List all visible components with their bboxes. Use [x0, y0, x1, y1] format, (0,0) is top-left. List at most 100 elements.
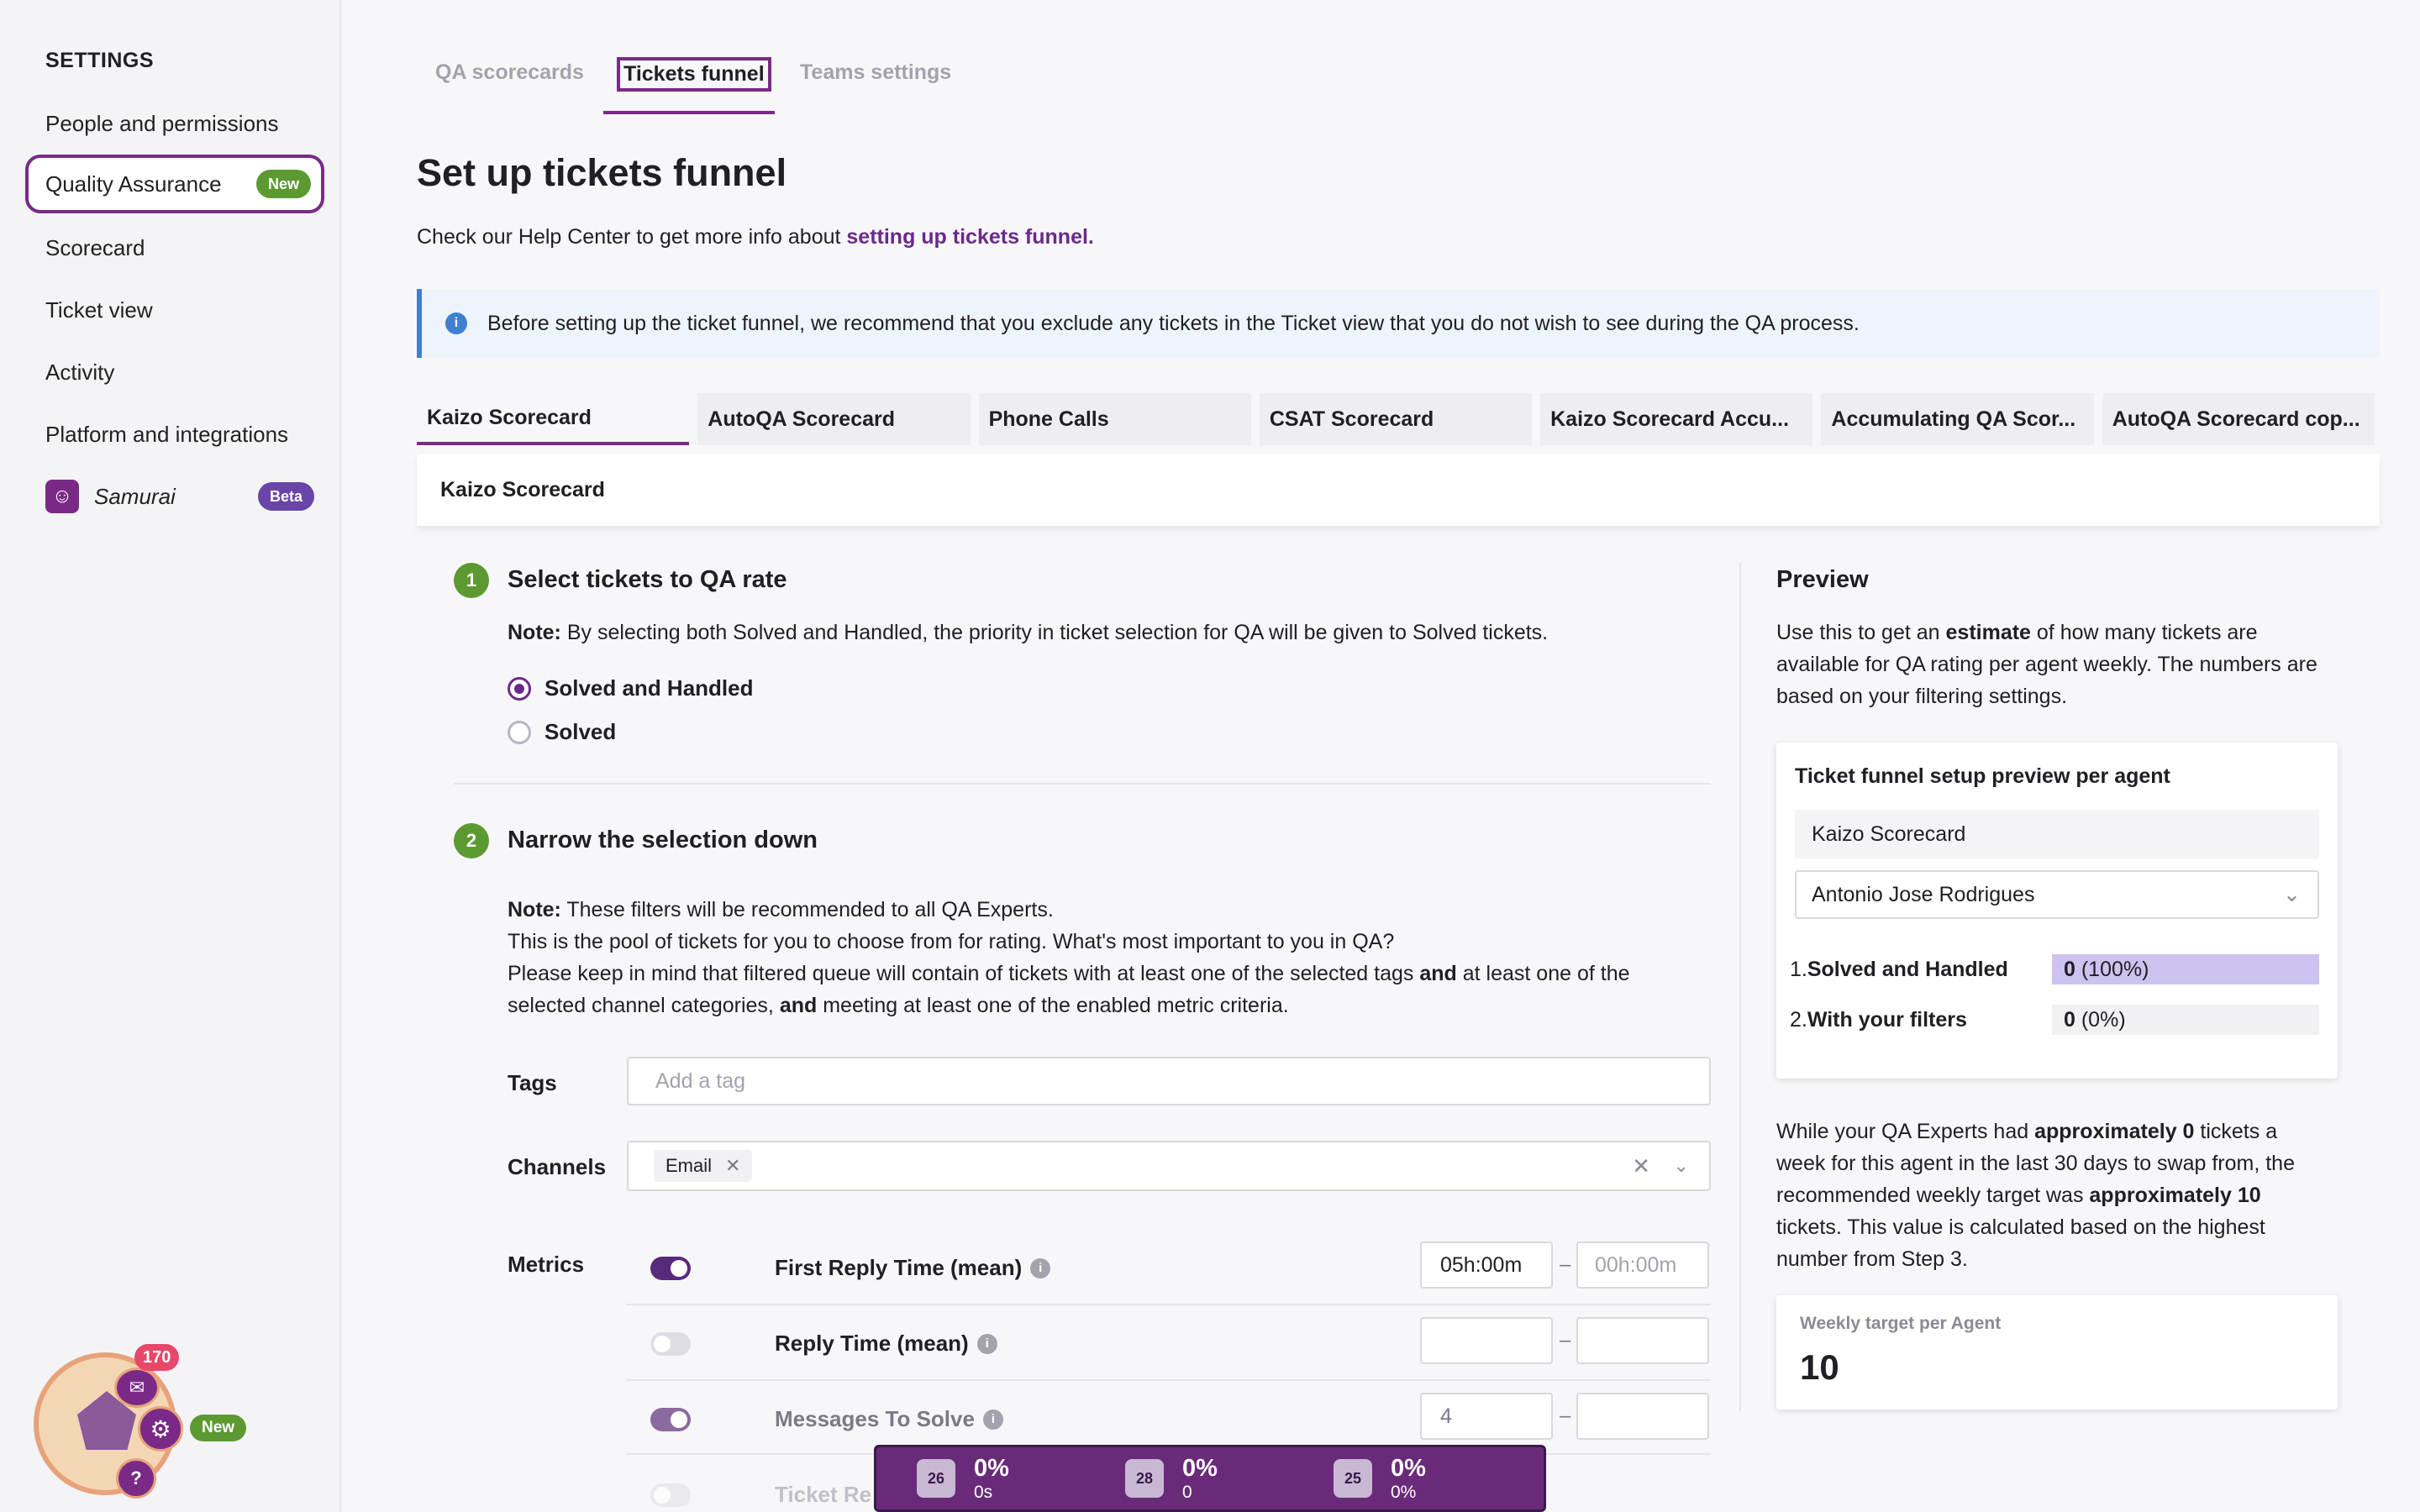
scorecard-tab[interactable]: CSAT Scorecard: [1259, 393, 1533, 445]
toggle-reply-time[interactable]: [650, 1332, 691, 1356]
hud-stat-text: 0% 0: [1182, 1455, 1218, 1503]
step-2-title: Narrow the selection down: [508, 827, 818, 853]
hud-stat: 26 0% 0s: [917, 1455, 1085, 1503]
sidebar-item-label: Ticket view: [45, 297, 153, 323]
help-icon[interactable]: ?: [116, 1458, 156, 1499]
range-dash: –: [1560, 1329, 1571, 1352]
tab-qa-scorecards[interactable]: QA scorecards: [435, 60, 584, 85]
scorecard-tab[interactable]: Kaizo Scorecard: [417, 393, 690, 445]
notification-count: 170: [134, 1344, 180, 1371]
metric-label: Messages To Solve: [775, 1406, 975, 1431]
mail-icon[interactable]: ✉: [114, 1368, 160, 1408]
radio-label: Solved: [544, 719, 617, 744]
text-part: tickets a: [2194, 1120, 2278, 1143]
scorecard-tab[interactable]: Kaizo Scorecard Accu...: [1540, 393, 1813, 445]
remove-chip-icon[interactable]: ✕: [725, 1155, 740, 1177]
metric-min-input[interactable]: [1420, 1317, 1553, 1364]
toggle-ticket-reopens[interactable]: [650, 1483, 691, 1507]
hud-sub: 0%: [1391, 1482, 1417, 1502]
text-part: recommended weekly target was: [1776, 1184, 2090, 1207]
preview-summary: week for this agent in the last 30 days …: [1776, 1152, 2295, 1175]
help-link[interactable]: setting up tickets funnel.: [846, 225, 1093, 249]
preview-summary: While your QA Experts had approximately …: [1776, 1116, 2277, 1147]
agent-select[interactable]: Antonio Jose Rodrigues ⌄: [1795, 870, 2319, 919]
scorecard-tab[interactable]: AutoQA Scorecard: [697, 393, 971, 445]
preview-card-title: Ticket funnel setup preview per agent: [1795, 764, 2170, 788]
note-text: By selecting both Solved and Handled, th…: [560, 621, 1549, 644]
metric-min-input[interactable]: 05h:00m: [1420, 1242, 1553, 1289]
row-index: 1.: [1790, 958, 1807, 981]
channels-select[interactable]: Email ✕ ✕ ⌄: [627, 1141, 1711, 1191]
text-bold: and: [779, 994, 818, 1017]
progress-bar: 0 (100%): [2052, 954, 2319, 984]
metric-messages-to-solve: Messages To Solve i: [775, 1406, 1003, 1432]
sidebar-item-label: Platform and integrations: [45, 421, 289, 447]
metric-min-input[interactable]: 4: [1420, 1393, 1553, 1440]
metric-max-input[interactable]: [1576, 1317, 1709, 1364]
radio-solved[interactable]: Solved: [508, 719, 616, 745]
new-badge: New: [190, 1415, 247, 1441]
hud-sub: 0s: [974, 1482, 993, 1502]
info-icon[interactable]: i: [982, 1409, 1003, 1430]
hud-stat-text: 0% 0s: [974, 1455, 1009, 1503]
scorecard-tab[interactable]: AutoQA Scorecard cop...: [2102, 393, 2375, 445]
step-2-line: Please keep in mind that filtered queue …: [508, 958, 1630, 990]
text-bold: approximately 0: [2034, 1120, 2195, 1143]
chevron-down-icon[interactable]: ⌄: [1674, 1155, 1689, 1177]
stats-hud: 26 0% 0s 28 0% 0 25 0% 0%: [874, 1445, 1546, 1512]
note-label: Note:: [508, 898, 561, 921]
sidebar-item-samurai[interactable]: ☺ Samurai Beta: [25, 467, 324, 526]
chevron-down-icon: ⌄: [2283, 883, 2301, 906]
scorecard-tab[interactable]: Phone Calls: [978, 393, 1251, 445]
metric-reply-time: Reply Time (mean) i: [775, 1331, 997, 1357]
preview-summary: number from Step 3.: [1776, 1247, 1968, 1271]
weekly-target-card: Weekly target per Agent 10: [1776, 1295, 2338, 1410]
sidebar-item-scorecard[interactable]: Scorecard: [25, 218, 324, 277]
info-banner: i Before setting up the ticket funnel, w…: [417, 289, 2380, 358]
sidebar-item-label: People and permissions: [45, 110, 279, 136]
preview-desc: based on your filtering settings.: [1776, 685, 2068, 708]
radio-icon: [508, 720, 531, 744]
sidebar-item-ticket-view[interactable]: Ticket view: [25, 281, 324, 339]
toggle-first-reply-time[interactable]: [650, 1257, 691, 1280]
row-pct: (0%): [2081, 1008, 2126, 1032]
step-1-note: Note: By selecting both Solved and Handl…: [508, 617, 1548, 648]
radio-solved-and-handled[interactable]: Solved and Handled: [508, 675, 754, 701]
sidebar-item-platform[interactable]: Platform and integrations: [25, 405, 324, 464]
sidebar: SETTINGS People and permissions Quality …: [0, 0, 341, 1512]
scorecard-header: Kaizo Scorecard: [417, 454, 2380, 526]
scorecard-tab[interactable]: Accumulating QA Scor...: [1821, 393, 2094, 445]
note-text: These filters will be recommended to all…: [560, 898, 1054, 921]
sidebar-item-label: Samurai: [94, 483, 176, 509]
active-tab-indicator: [603, 111, 775, 114]
tab-tickets-funnel[interactable]: Tickets funnel: [617, 57, 771, 92]
text-bold: estimate: [1945, 621, 2031, 644]
range-dash: –: [1560, 1253, 1571, 1276]
shield-icon: 28: [1125, 1459, 1164, 1498]
sidebar-item-label: Quality Assurance: [45, 171, 222, 197]
preview-title: Preview: [1776, 566, 1869, 593]
sidebar-item-people[interactable]: People and permissions: [25, 94, 324, 153]
scorecard-tabs: Kaizo Scorecard AutoQA Scorecard Phone C…: [417, 393, 2375, 445]
row-count: 0: [2064, 958, 2075, 981]
hud-pct: 0%: [1391, 1454, 1426, 1482]
tab-teams-settings[interactable]: Teams settings: [800, 60, 951, 85]
clear-icon[interactable]: ✕: [1632, 1153, 1650, 1179]
new-badge: New: [255, 170, 311, 198]
range-dash: –: [1560, 1404, 1571, 1427]
info-text: Before setting up the ticket funnel, we …: [487, 311, 1860, 335]
metric-max-input[interactable]: 00h:00m: [1576, 1242, 1709, 1289]
info-icon[interactable]: i: [1030, 1257, 1051, 1278]
tags-input[interactable]: Add a tag: [627, 1057, 1711, 1105]
step-1-number: 1: [454, 563, 489, 598]
metric-label: First Reply Time (mean): [775, 1255, 1023, 1280]
gear-icon[interactable]: ⚙: [138, 1406, 183, 1452]
toggle-messages-to-solve[interactable]: [650, 1408, 691, 1431]
sidebar-item-activity[interactable]: Activity: [25, 343, 324, 402]
sidebar-item-quality-assurance[interactable]: Quality Assurance New: [25, 155, 324, 213]
sidebar-title: SETTINGS: [45, 49, 155, 72]
shield-icon: 25: [1334, 1459, 1372, 1498]
metric-max-input[interactable]: [1576, 1393, 1709, 1440]
info-icon[interactable]: i: [976, 1333, 997, 1354]
row-pct: (100%): [2081, 958, 2149, 981]
